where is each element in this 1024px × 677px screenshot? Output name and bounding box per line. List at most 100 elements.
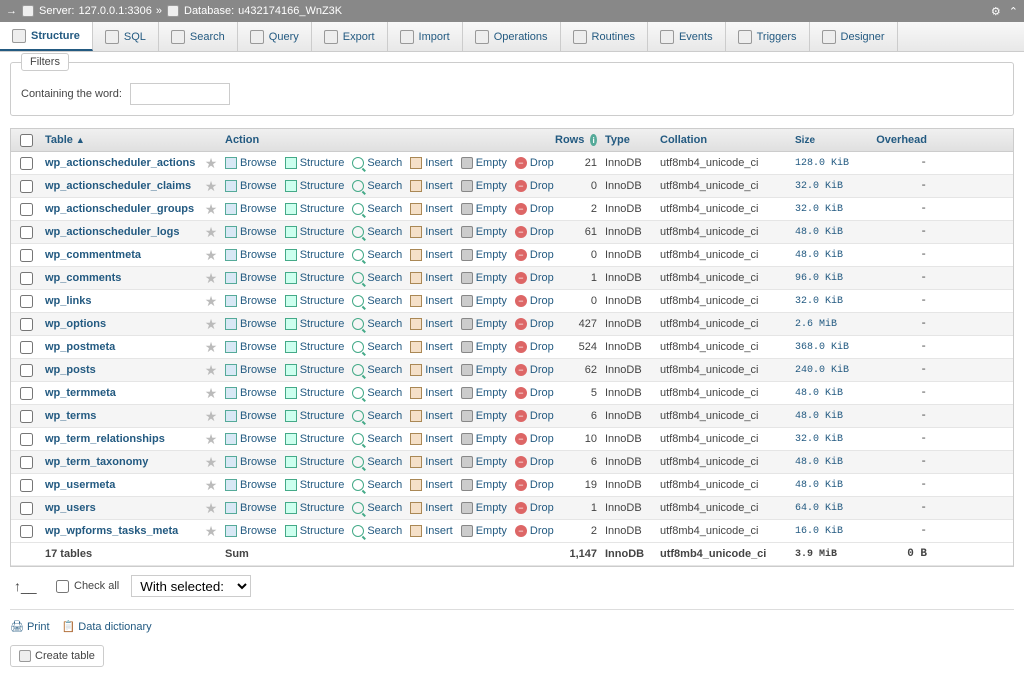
browse-action[interactable]: Browse bbox=[225, 272, 277, 284]
insert-action[interactable]: Insert bbox=[410, 433, 453, 445]
structure-action[interactable]: Structure bbox=[285, 456, 345, 468]
drop-action[interactable]: −Drop bbox=[515, 295, 554, 307]
structure-action[interactable]: Structure bbox=[285, 226, 345, 238]
row-checkbox[interactable] bbox=[20, 341, 33, 354]
browse-action[interactable]: Browse bbox=[225, 249, 277, 261]
browse-action[interactable]: Browse bbox=[225, 387, 277, 399]
insert-action[interactable]: Insert bbox=[410, 249, 453, 261]
browse-action[interactable]: Browse bbox=[225, 203, 277, 215]
structure-action[interactable]: Structure bbox=[285, 318, 345, 330]
drop-action[interactable]: −Drop bbox=[515, 341, 554, 353]
drop-action[interactable]: −Drop bbox=[515, 456, 554, 468]
col-table[interactable]: Table bbox=[45, 134, 73, 146]
row-size[interactable]: 32.0 KiB bbox=[791, 202, 871, 217]
create-table-box[interactable]: Create table bbox=[10, 645, 104, 667]
search-action[interactable]: Search bbox=[352, 410, 402, 422]
row-size[interactable]: 32.0 KiB bbox=[791, 179, 871, 194]
browse-action[interactable]: Browse bbox=[225, 525, 277, 537]
empty-action[interactable]: Empty bbox=[461, 387, 507, 399]
browse-action[interactable]: Browse bbox=[225, 318, 277, 330]
row-size[interactable]: 48.0 KiB bbox=[791, 248, 871, 263]
table-name-link[interactable]: wp_term_taxonomy bbox=[45, 456, 148, 468]
col-collation[interactable]: Collation bbox=[656, 132, 791, 148]
browse-action[interactable]: Browse bbox=[225, 157, 277, 169]
collapse-icon[interactable]: ⌃ bbox=[1009, 5, 1018, 18]
table-name-link[interactable]: wp_term_relationships bbox=[45, 433, 165, 445]
structure-action[interactable]: Structure bbox=[285, 502, 345, 514]
row-size[interactable]: 48.0 KiB bbox=[791, 409, 871, 424]
tab-events[interactable]: Events bbox=[648, 22, 726, 51]
favorite-icon[interactable]: ★ bbox=[205, 293, 218, 310]
search-action[interactable]: Search bbox=[352, 479, 402, 491]
search-action[interactable]: Search bbox=[352, 203, 402, 215]
favorite-icon[interactable]: ★ bbox=[205, 270, 218, 287]
col-overhead[interactable]: Overhead bbox=[871, 132, 931, 148]
browse-action[interactable]: Browse bbox=[225, 364, 277, 376]
search-action[interactable]: Search bbox=[352, 341, 402, 353]
browse-action[interactable]: Browse bbox=[225, 433, 277, 445]
tab-export[interactable]: Export bbox=[312, 22, 388, 51]
structure-action[interactable]: Structure bbox=[285, 341, 345, 353]
search-action[interactable]: Search bbox=[352, 502, 402, 514]
structure-action[interactable]: Structure bbox=[285, 364, 345, 376]
favorite-icon[interactable]: ★ bbox=[205, 201, 218, 218]
row-checkbox[interactable] bbox=[20, 272, 33, 285]
empty-action[interactable]: Empty bbox=[461, 433, 507, 445]
empty-action[interactable]: Empty bbox=[461, 318, 507, 330]
search-action[interactable]: Search bbox=[352, 318, 402, 330]
tab-operations[interactable]: Operations bbox=[463, 22, 561, 51]
browse-action[interactable]: Browse bbox=[225, 502, 277, 514]
checkall-label[interactable]: Check all bbox=[74, 580, 119, 592]
insert-action[interactable]: Insert bbox=[410, 364, 453, 376]
table-name-link[interactable]: wp_postmeta bbox=[45, 341, 115, 353]
insert-action[interactable]: Insert bbox=[410, 180, 453, 192]
drop-action[interactable]: −Drop bbox=[515, 272, 554, 284]
table-name-link[interactable]: wp_actionscheduler_actions bbox=[45, 157, 195, 169]
empty-action[interactable]: Empty bbox=[461, 456, 507, 468]
structure-action[interactable]: Structure bbox=[285, 525, 345, 537]
favorite-icon[interactable]: ★ bbox=[205, 431, 218, 448]
favorite-icon[interactable]: ★ bbox=[205, 316, 218, 333]
favorite-icon[interactable]: ★ bbox=[205, 362, 218, 379]
row-checkbox[interactable] bbox=[20, 157, 33, 170]
tab-routines[interactable]: Routines bbox=[561, 22, 648, 51]
structure-action[interactable]: Structure bbox=[285, 249, 345, 261]
row-size[interactable]: 48.0 KiB bbox=[791, 455, 871, 470]
drop-action[interactable]: −Drop bbox=[515, 157, 554, 169]
empty-action[interactable]: Empty bbox=[461, 525, 507, 537]
col-type[interactable]: Type bbox=[601, 132, 656, 148]
tab-import[interactable]: Import bbox=[388, 22, 463, 51]
empty-action[interactable]: Empty bbox=[461, 157, 507, 169]
row-checkbox[interactable] bbox=[20, 433, 33, 446]
drop-action[interactable]: −Drop bbox=[515, 502, 554, 514]
insert-action[interactable]: Insert bbox=[410, 456, 453, 468]
row-size[interactable]: 32.0 KiB bbox=[791, 294, 871, 309]
search-action[interactable]: Search bbox=[352, 364, 402, 376]
table-name-link[interactable]: wp_actionscheduler_groups bbox=[45, 203, 194, 215]
drop-action[interactable]: −Drop bbox=[515, 180, 554, 192]
database-link[interactable]: u432174166_WnZ3K bbox=[238, 5, 342, 17]
search-action[interactable]: Search bbox=[352, 272, 402, 284]
browse-action[interactable]: Browse bbox=[225, 410, 277, 422]
drop-action[interactable]: −Drop bbox=[515, 318, 554, 330]
row-checkbox[interactable] bbox=[20, 295, 33, 308]
structure-action[interactable]: Structure bbox=[285, 433, 345, 445]
empty-action[interactable]: Empty bbox=[461, 272, 507, 284]
row-checkbox[interactable] bbox=[20, 226, 33, 239]
checkall-checkbox[interactable] bbox=[56, 580, 69, 593]
structure-action[interactable]: Structure bbox=[285, 203, 345, 215]
browse-action[interactable]: Browse bbox=[225, 180, 277, 192]
browse-action[interactable]: Browse bbox=[225, 226, 277, 238]
table-name-link[interactable]: wp_actionscheduler_logs bbox=[45, 226, 179, 238]
structure-action[interactable]: Structure bbox=[285, 387, 345, 399]
row-size[interactable]: 2.6 MiB bbox=[791, 317, 871, 332]
insert-action[interactable]: Insert bbox=[410, 272, 453, 284]
empty-action[interactable]: Empty bbox=[461, 341, 507, 353]
favorite-icon[interactable]: ★ bbox=[205, 247, 218, 264]
drop-action[interactable]: −Drop bbox=[515, 226, 554, 238]
search-action[interactable]: Search bbox=[352, 456, 402, 468]
empty-action[interactable]: Empty bbox=[461, 479, 507, 491]
insert-action[interactable]: Insert bbox=[410, 318, 453, 330]
print-link[interactable]: 🖨Print bbox=[10, 620, 50, 633]
sort-icon[interactable]: ▲ bbox=[76, 135, 85, 145]
